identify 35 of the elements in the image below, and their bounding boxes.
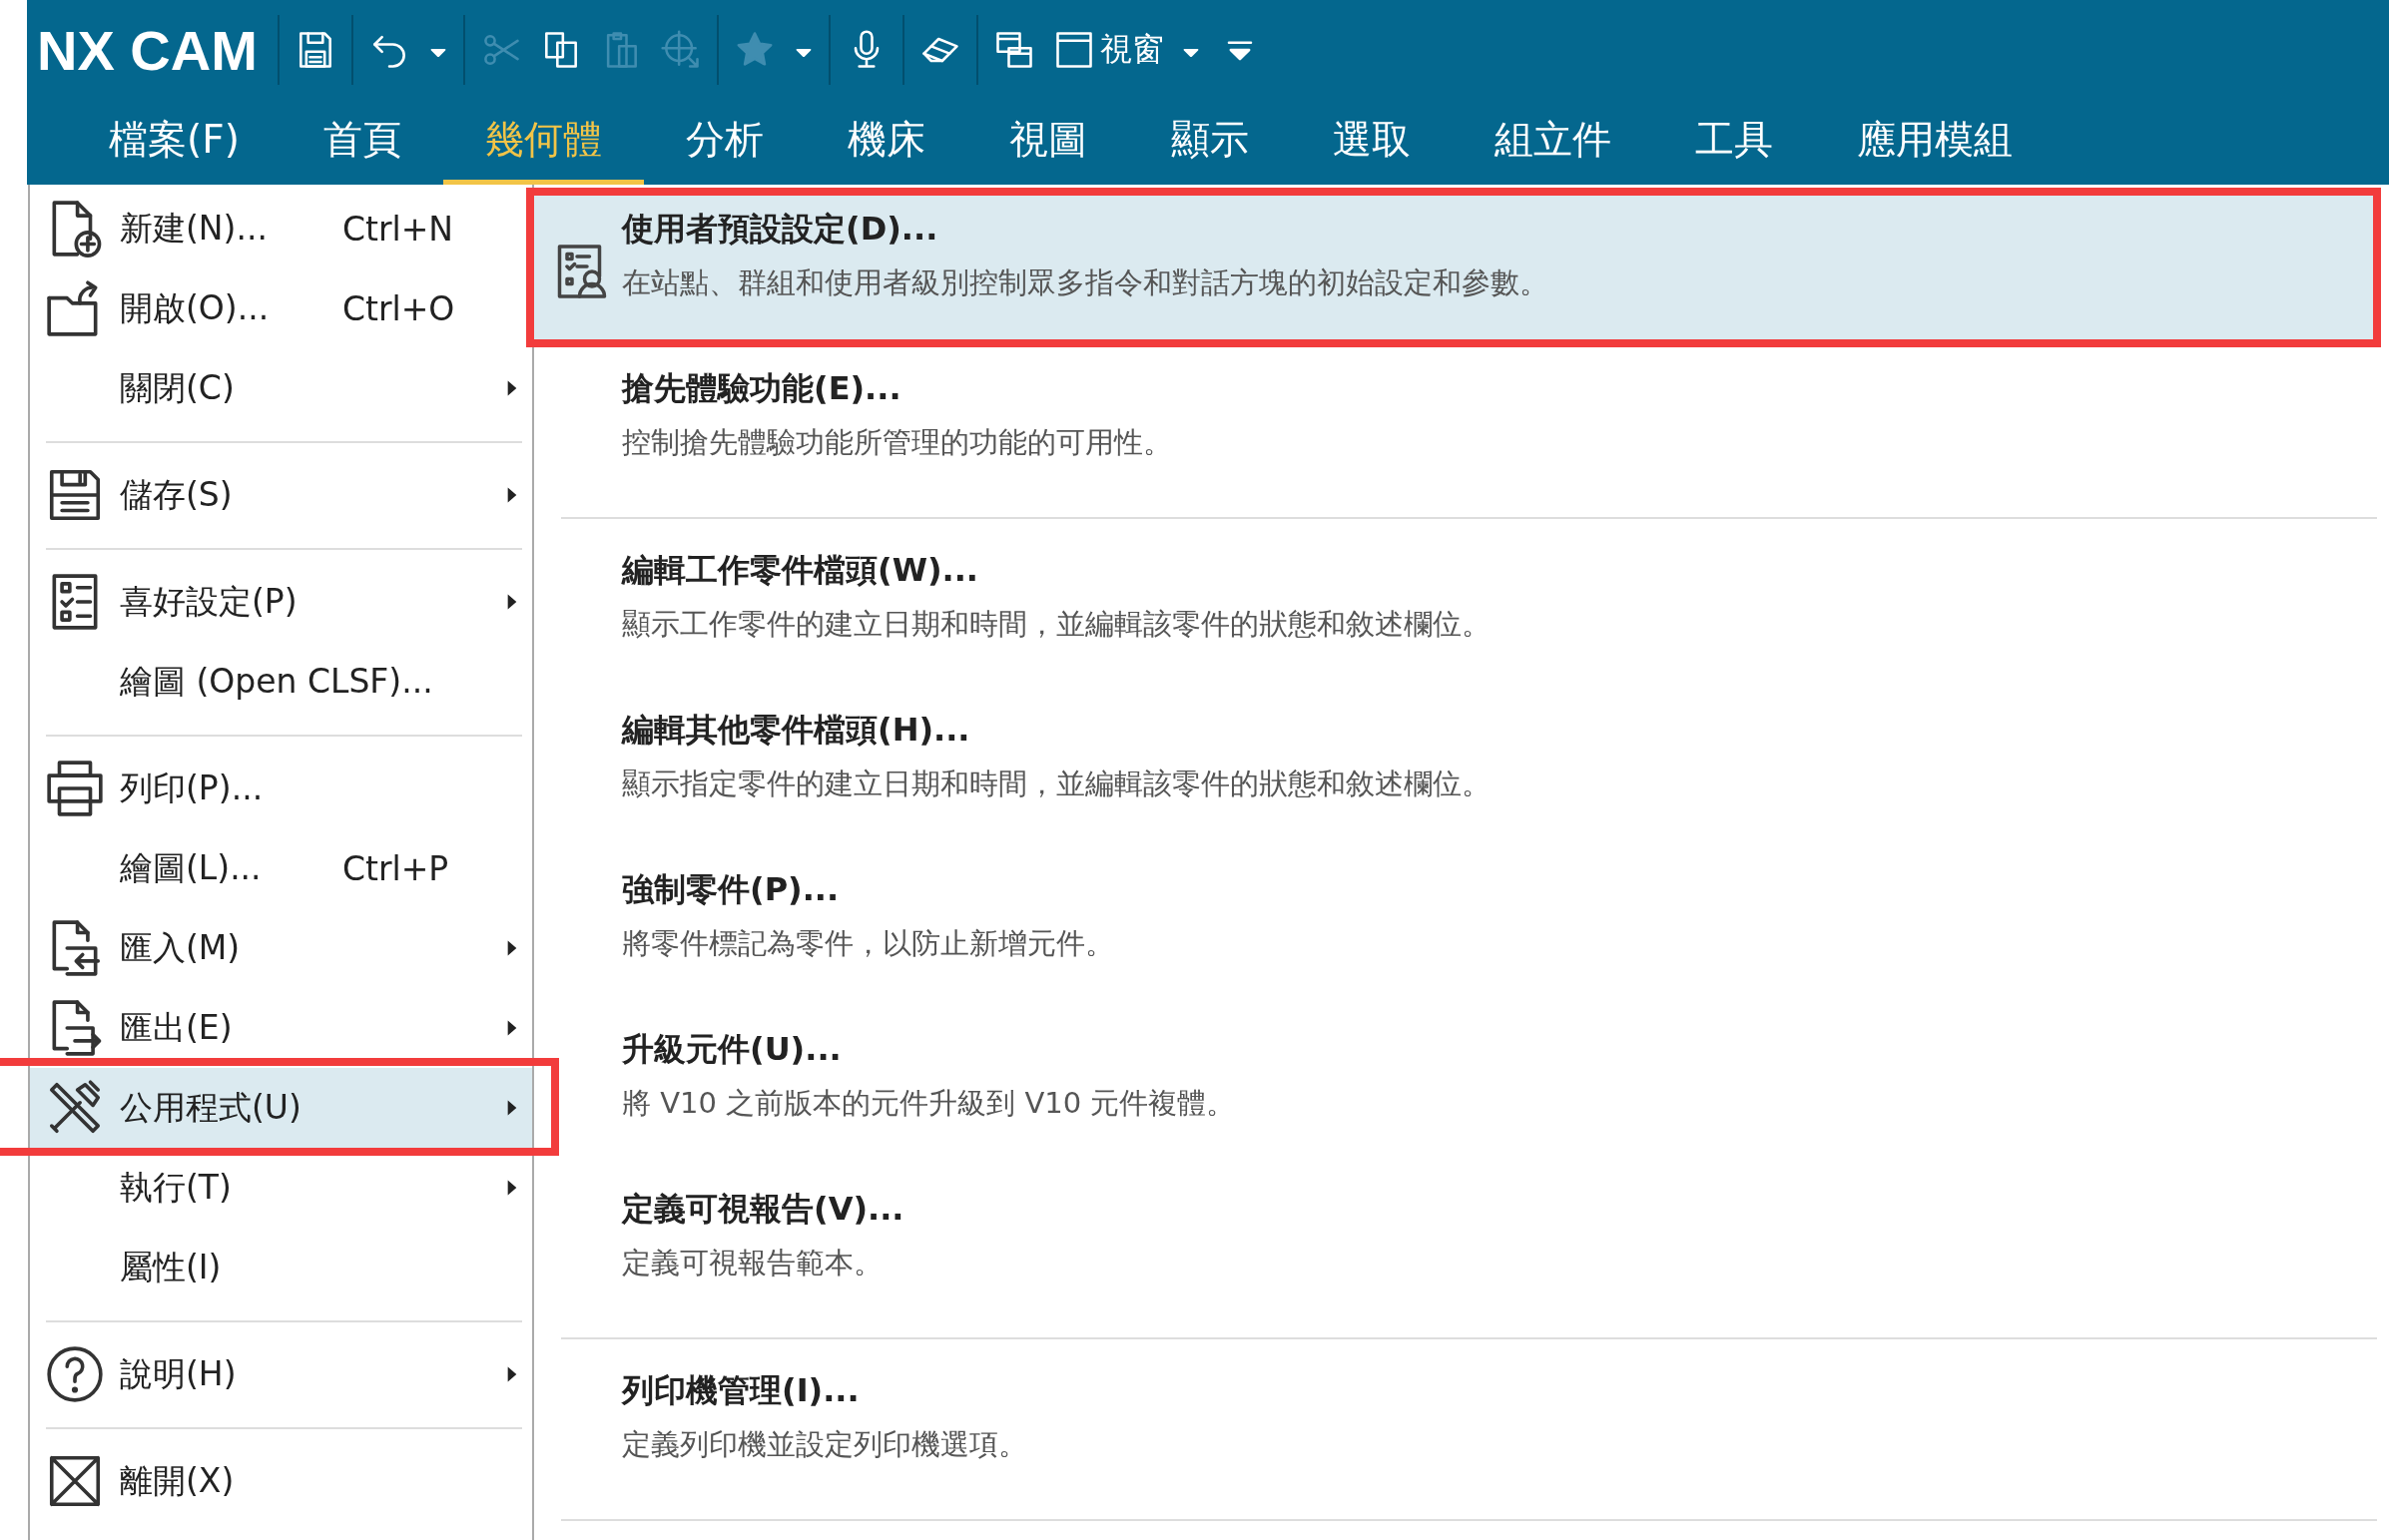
- menu-item[interactable]: 列印(P)...: [30, 749, 532, 828]
- app-title: NX CAM: [36, 17, 259, 83]
- ribbon-tab[interactable]: 應用模組: [1814, 100, 2055, 185]
- ribbon-tab[interactable]: 機床: [805, 100, 967, 185]
- command-item[interactable]: 定義可視報告(V)... 定義可視報告範本。: [534, 1168, 2377, 1327]
- ribbon-tab[interactable]: 分析: [643, 100, 806, 185]
- menu-item[interactable]: 匯出(E): [30, 988, 532, 1068]
- command-item[interactable]: 搶先體驗功能(E)... 控制搶先體驗功能所管理的功能的可用性。: [534, 347, 2377, 507]
- ribbon-tab[interactable]: 視圖: [966, 100, 1129, 185]
- menu-item[interactable]: 執行(T): [30, 1148, 532, 1228]
- ribbon-tab[interactable]: 檔案(F): [67, 100, 282, 185]
- menu-item[interactable]: 離開(X): [30, 1441, 532, 1521]
- menu-item[interactable]: 開啟(O)... Ctrl+O: [30, 268, 532, 348]
- ribbon-tab[interactable]: 工具: [1652, 100, 1815, 185]
- menu-item[interactable]: 關閉(C): [30, 348, 532, 428]
- menu-item[interactable]: 繪圖(L)... Ctrl+P: [30, 828, 532, 908]
- command-item[interactable]: 強制零件(P)... 將零件標記為零件，以防止新增元件。: [534, 848, 2377, 1008]
- command-item[interactable]: 編輯其他零件檔頭(H)... 顯示指定零件的建立日期和時間，並編輯該零件的狀態和敘述欄位。: [534, 689, 2377, 848]
- menu-item[interactable]: 儲存(S): [30, 455, 532, 535]
- ribbon-tab[interactable]: 顯示: [1128, 100, 1291, 185]
- command-item[interactable]: 升級元件(U)... 將 V10 之前版本的元件升級到 V10 元件複體。: [534, 1008, 2377, 1168]
- window-menu-button[interactable]: 視窗: [1043, 24, 1172, 76]
- command-item[interactable]: 編輯工作零件檔頭(W)... 顯示工作零件的建立日期和時間，並編輯該零件的狀態和敘述欄位。: [534, 529, 2377, 689]
- menu-item[interactable]: 匯入(M): [30, 908, 532, 988]
- ribbon-tab[interactable]: 選取: [1290, 100, 1453, 185]
- menu-item[interactable]: 說明(H): [30, 1334, 532, 1414]
- menu-item[interactable]: 屬性(I): [30, 1228, 532, 1307]
- menu-item[interactable]: 公用程式(U): [30, 1068, 532, 1148]
- ribbon-tab[interactable]: 組立件: [1452, 100, 1653, 185]
- menu-item[interactable]: 喜好設定(P): [30, 562, 532, 642]
- menu-item[interactable]: 繪圖 (Open CLSF)...: [30, 642, 532, 722]
- menu-item[interactable]: 新建(N)... Ctrl+N: [30, 189, 532, 268]
- command-item[interactable]: 列印機管理(I)... 定義列印機並設定列印機選項。: [534, 1349, 2377, 1509]
- ribbon-tab[interactable]: 幾何體: [442, 100, 644, 185]
- ribbon-tab[interactable]: 首頁: [281, 100, 443, 185]
